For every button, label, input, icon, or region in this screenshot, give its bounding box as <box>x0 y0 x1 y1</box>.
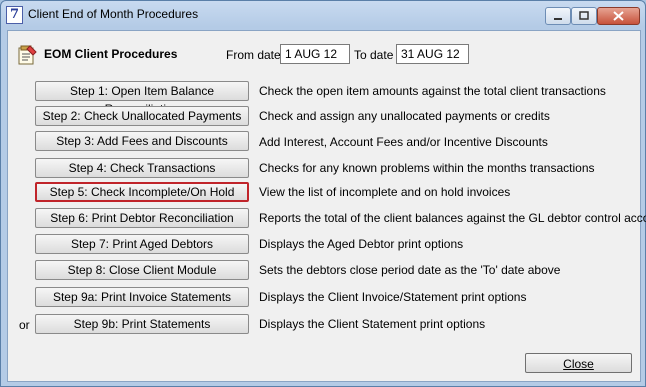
close-icon <box>613 11 624 21</box>
step-9a-button[interactable]: Step 9a: Print Invoice Statements <box>35 287 249 307</box>
step-7-button[interactable]: Step 7: Print Aged Debtors <box>35 234 249 254</box>
step-2-button[interactable]: Step 2: Check Unallocated Payments <box>35 106 249 126</box>
eom-window: 7 Client End of Month Procedures EOM Cli… <box>0 0 646 387</box>
app-icon[interactable]: 7 <box>6 6 23 24</box>
close-button[interactable]: Close <box>525 353 632 373</box>
header-title: EOM Client Procedures <box>44 47 178 61</box>
step-5-description: View the list of incomplete and on hold … <box>259 185 511 199</box>
step-2-description: Check and assign any unallocated payment… <box>259 109 550 123</box>
from-date-label: From date <box>226 48 281 62</box>
step-9b-button[interactable]: Step 9b: Print Statements <box>35 314 249 334</box>
step-3-description: Add Interest, Account Fees and/or Incent… <box>259 135 548 149</box>
step-6-button[interactable]: Step 6: Print Debtor Reconciliation <box>35 208 249 228</box>
step-8-button[interactable]: Step 8: Close Client Module <box>35 260 249 280</box>
step-5-button[interactable]: Step 5: Check Incomplete/On Hold <box>35 182 249 202</box>
step-4-button[interactable]: Step 4: Check Transactions <box>35 158 249 178</box>
step-9b-description: Displays the Client Statement print opti… <box>259 317 486 331</box>
from-date-field[interactable]: 1 AUG 12 <box>280 44 350 64</box>
or-label: or <box>19 318 30 332</box>
step-6-description: Reports the total of the client balances… <box>259 211 646 225</box>
to-date-field[interactable]: 31 AUG 12 <box>396 44 469 64</box>
window-title: Client End of Month Procedures <box>28 7 199 21</box>
to-date-label: To date <box>354 48 394 62</box>
maximize-icon <box>579 11 589 20</box>
step-1-button[interactable]: Step 1: Open Item Balance Reconciliation <box>35 81 249 116</box>
step-9a-description: Displays the Client Invoice/Statement pr… <box>259 290 527 304</box>
close-window-button[interactable] <box>597 7 640 25</box>
maximize-button[interactable] <box>571 7 597 25</box>
dialog-body: EOM Client Procedures From date 1 AUG 12… <box>7 30 646 382</box>
step-1-description: Check the open item amounts against the … <box>259 84 606 98</box>
step-3-button[interactable]: Step 3: Add Fees and Discounts <box>35 131 249 151</box>
minimize-button[interactable] <box>545 7 571 25</box>
minimize-icon <box>554 18 562 20</box>
step-4-description: Checks for any known problems within the… <box>259 161 595 175</box>
step-8-description: Sets the debtors close period date as th… <box>259 263 561 277</box>
procedures-icon <box>18 45 37 65</box>
step-7-description: Displays the Aged Debtor print options <box>259 237 464 251</box>
title-bar[interactable]: 7 Client End of Month Procedures <box>1 1 645 29</box>
